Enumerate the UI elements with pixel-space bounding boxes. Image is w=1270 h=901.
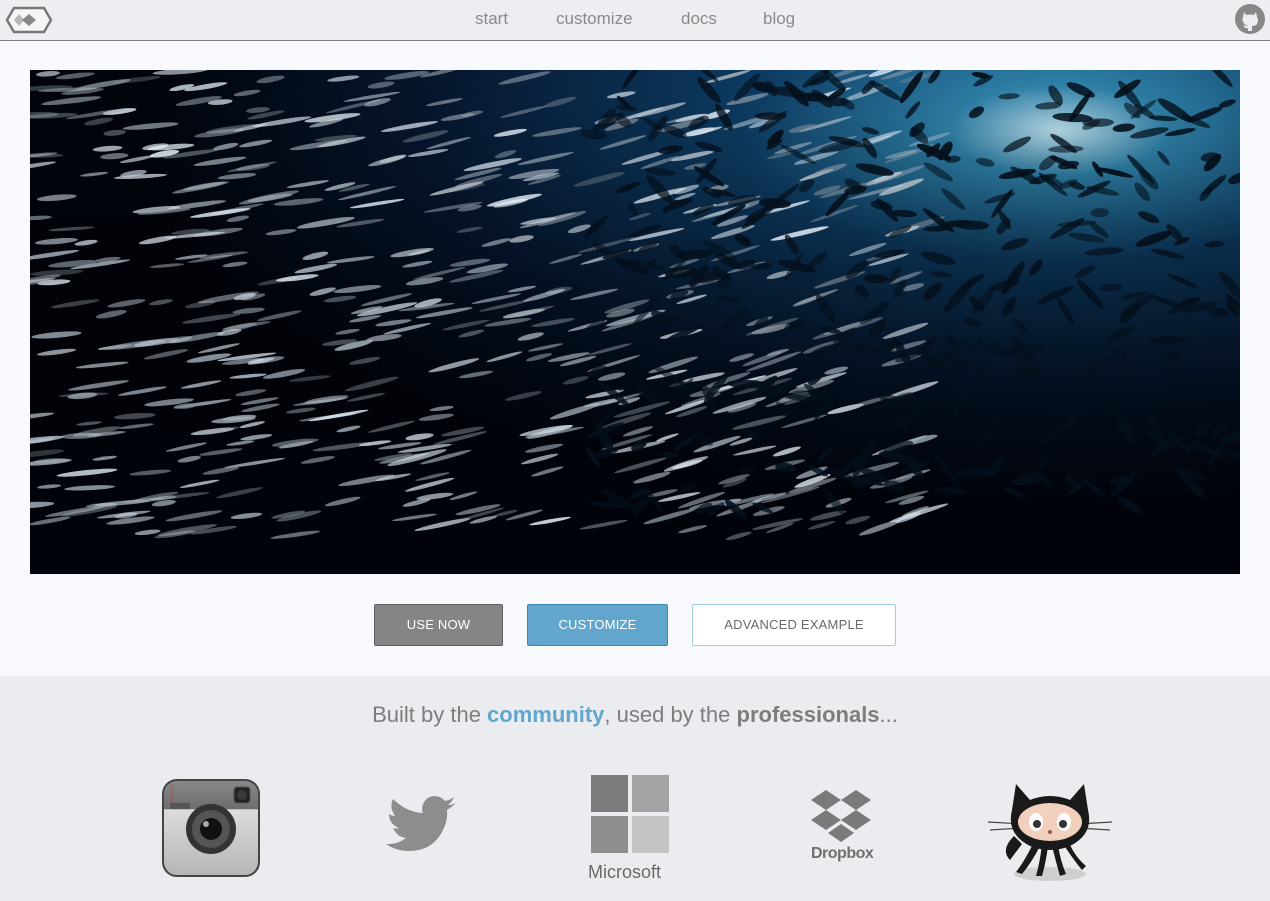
hero-video[interactable] bbox=[30, 70, 1240, 574]
dropbox-logo-icon bbox=[810, 788, 872, 844]
dropbox-label: Dropbox bbox=[811, 845, 874, 862]
tagline-prefix: Built by the bbox=[372, 702, 488, 727]
nav-link-customize[interactable]: customize bbox=[556, 9, 633, 29]
play-video-icon[interactable] bbox=[30, 70, 1240, 574]
advanced-example-button[interactable]: ADVANCED EXAMPLE bbox=[692, 604, 896, 646]
community-section: Built by the community, used by the prof… bbox=[0, 676, 1270, 901]
community-link[interactable]: community bbox=[487, 702, 604, 727]
main-nav: start customize docs blog bbox=[0, 0, 1270, 40]
tagline-middle: , used by the bbox=[604, 702, 737, 727]
instagram-logo-icon bbox=[162, 779, 260, 877]
top-navigation-bar: start customize docs blog bbox=[0, 0, 1270, 41]
twitter-bird-icon bbox=[384, 796, 458, 858]
nav-link-start[interactable]: start bbox=[475, 9, 508, 29]
use-now-button[interactable]: USE NOW bbox=[374, 604, 503, 646]
customize-button[interactable]: CUSTOMIZE bbox=[527, 604, 668, 646]
microsoft-logo-icon bbox=[590, 774, 670, 854]
tagline-professionals: professionals bbox=[736, 702, 880, 727]
nav-link-blog[interactable]: blog bbox=[763, 9, 795, 29]
nav-link-docs[interactable]: docs bbox=[681, 9, 717, 29]
community-tagline: Built by the community, used by the prof… bbox=[0, 702, 1270, 728]
microsoft-label: Microsoft bbox=[588, 862, 662, 882]
github-octocat-icon bbox=[986, 772, 1114, 882]
tagline-suffix: ... bbox=[879, 702, 898, 727]
github-octocat-icon[interactable] bbox=[1234, 3, 1266, 35]
